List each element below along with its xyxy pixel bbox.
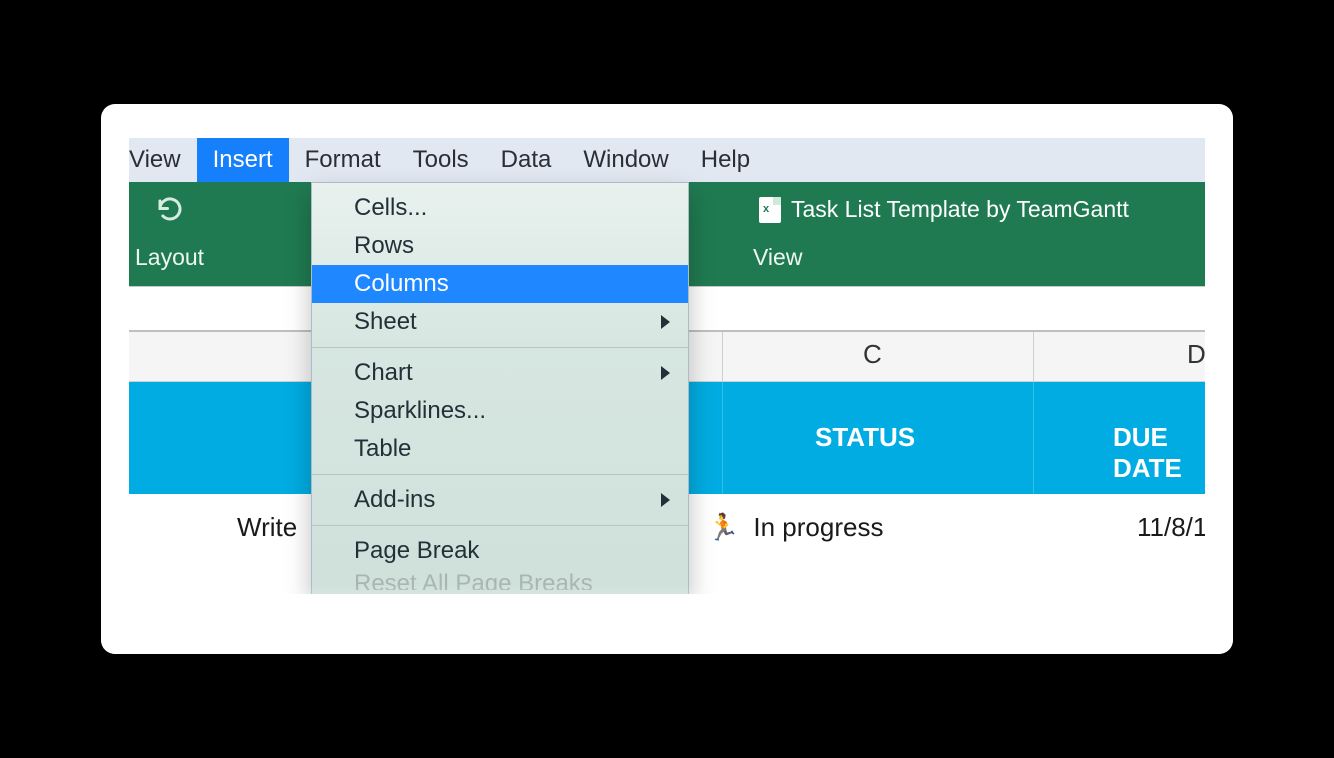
menu-item-rows[interactable]: Rows xyxy=(312,227,688,265)
menu-tools[interactable]: Tools xyxy=(397,138,485,182)
ribbon-tab-layout[interactable]: Layout xyxy=(135,244,204,271)
menu-item-addins[interactable]: Add-ins xyxy=(312,481,688,519)
fade-overlay xyxy=(101,584,1233,654)
cell-status-text: In progress xyxy=(753,512,883,543)
menu-item-label: Add-ins xyxy=(354,486,435,514)
insert-menu-dropdown: Cells... Rows Columns Sheet Chart xyxy=(311,182,689,594)
column-divider xyxy=(722,332,723,381)
menu-help[interactable]: Help xyxy=(685,138,766,182)
menu-item-label: Chart xyxy=(354,359,413,387)
document-title-text: Task List Template by TeamGantt xyxy=(791,196,1129,223)
menu-separator xyxy=(312,474,688,475)
menu-item-label: Sheet xyxy=(354,308,417,336)
cell-status[interactable]: 🏃 In progress xyxy=(707,512,883,543)
menu-insert[interactable]: Insert xyxy=(197,138,289,182)
column-divider xyxy=(1033,332,1034,381)
undo-icon[interactable] xyxy=(155,196,185,226)
menu-data[interactable]: Data xyxy=(485,138,568,182)
ribbon-tab-view[interactable]: View xyxy=(753,244,802,271)
header-status: STATUS xyxy=(815,422,915,453)
menu-item-reset-page-breaks[interactable]: Reset All Page Breaks xyxy=(312,570,688,590)
header-due-date: DUE DATE xyxy=(1113,422,1205,484)
menu-item-label: Table xyxy=(354,435,411,463)
menu-separator xyxy=(312,525,688,526)
menu-item-sheet[interactable]: Sheet xyxy=(312,303,688,341)
menu-view[interactable]: View xyxy=(129,138,197,182)
chevron-right-icon xyxy=(661,315,670,329)
menu-format[interactable]: Format xyxy=(289,138,397,182)
menu-item-columns[interactable]: Columns xyxy=(312,265,688,303)
menu-item-label: Sparklines... xyxy=(354,397,486,425)
excel-file-icon xyxy=(759,197,781,223)
menu-item-sparklines[interactable]: Sparklines... xyxy=(312,392,688,430)
menu-item-label: Rows xyxy=(354,232,414,260)
runner-icon: 🏃 xyxy=(707,512,739,543)
column-divider xyxy=(722,382,723,494)
menu-item-label: Cells... xyxy=(354,194,427,222)
cell-task[interactable]: Write xyxy=(237,512,297,543)
chevron-right-icon xyxy=(661,493,670,507)
cell-due-date[interactable]: 11/8/17 xyxy=(1137,512,1205,543)
column-header-d[interactable]: D xyxy=(1187,339,1205,370)
column-divider xyxy=(1033,382,1034,494)
column-header-c[interactable]: C xyxy=(863,339,882,370)
menu-item-label: Page Break xyxy=(354,537,479,565)
menu-item-table[interactable]: Table xyxy=(312,430,688,468)
menu-window[interactable]: Window xyxy=(567,138,684,182)
menu-bar: View Insert Format Tools Data Window Hel… xyxy=(129,138,1205,182)
menu-item-cells[interactable]: Cells... xyxy=(312,189,688,227)
menu-item-chart[interactable]: Chart xyxy=(312,354,688,392)
menu-separator xyxy=(312,347,688,348)
menu-item-page-break[interactable]: Page Break xyxy=(312,532,688,570)
chevron-right-icon xyxy=(661,366,670,380)
document-title: Task List Template by TeamGantt xyxy=(759,196,1129,223)
menu-item-label: Columns xyxy=(354,270,449,298)
